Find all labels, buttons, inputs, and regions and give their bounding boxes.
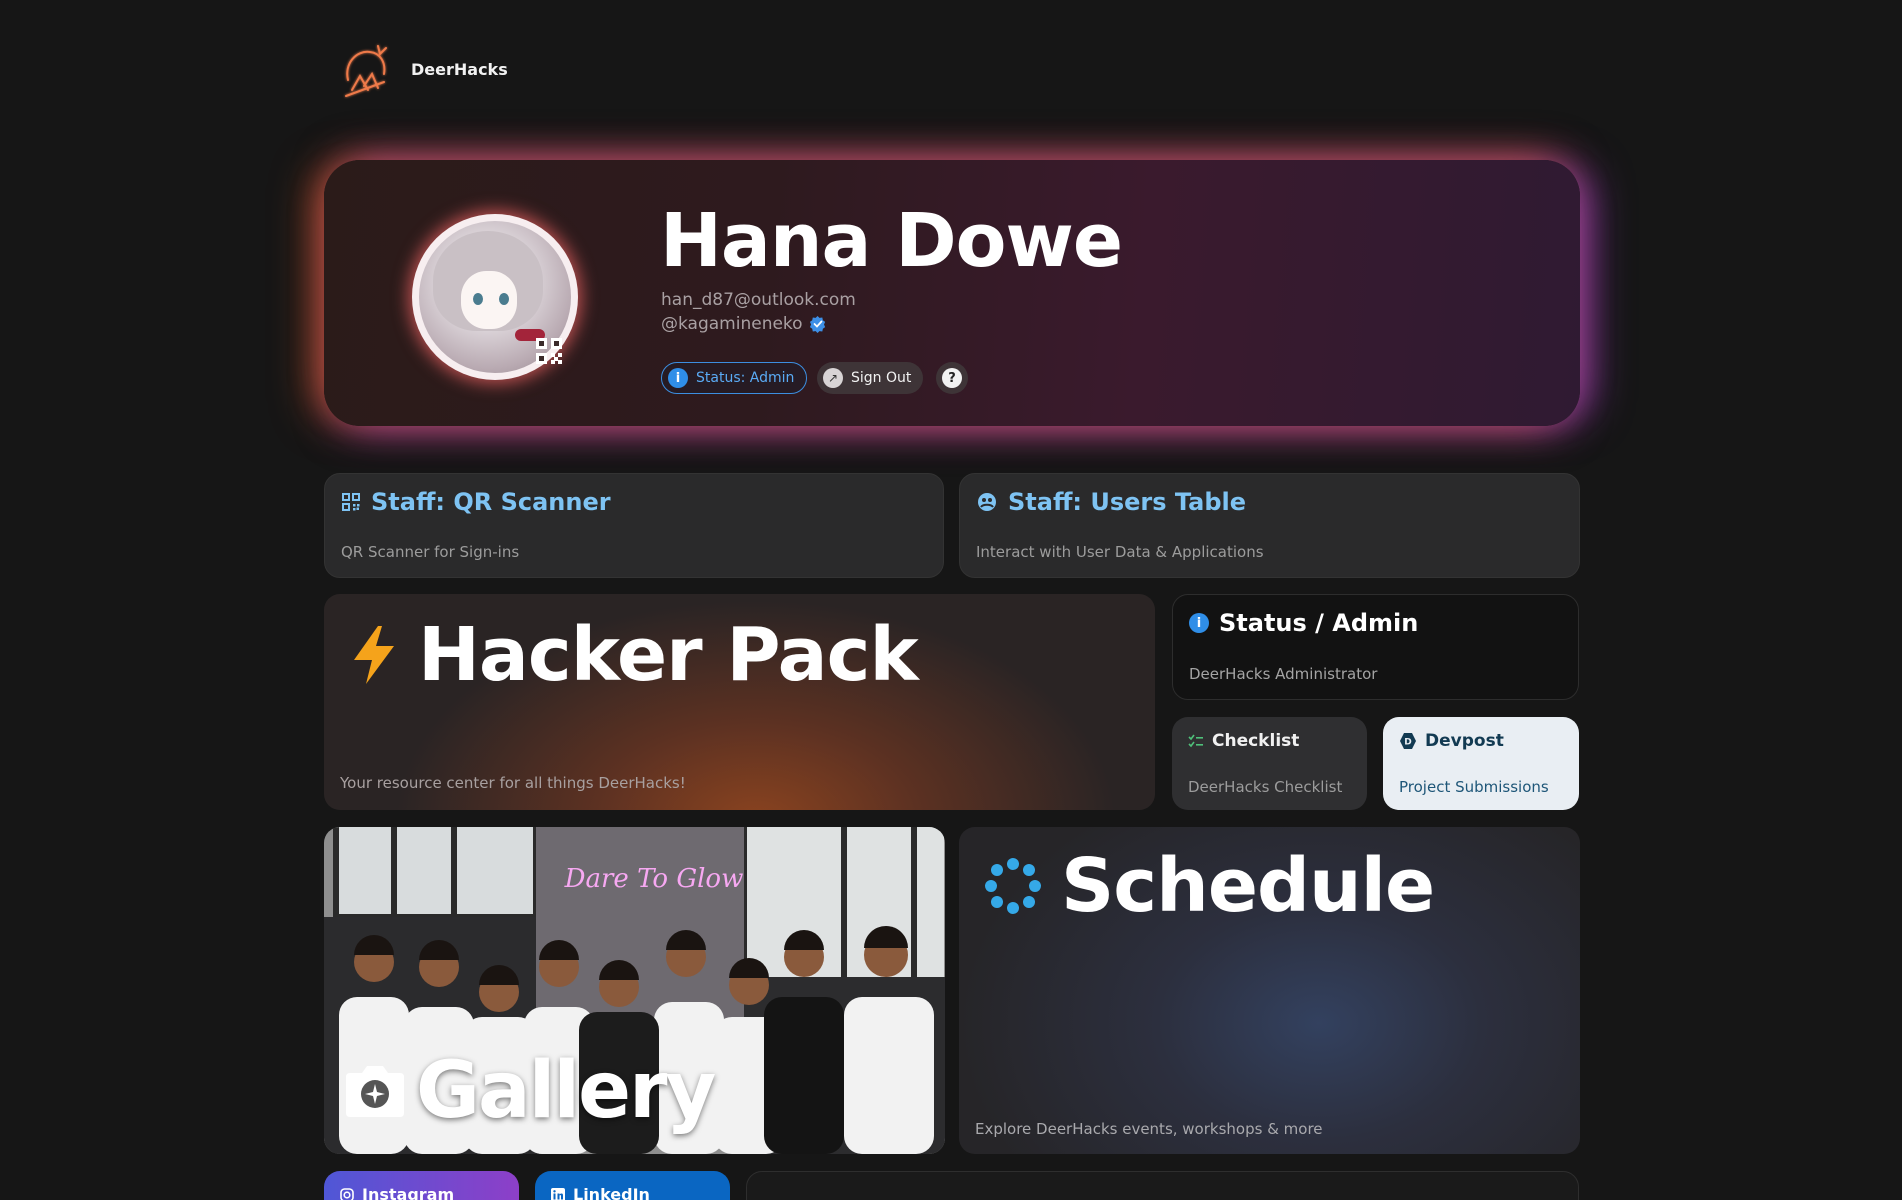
instagram-icon <box>340 1187 354 1200</box>
verified-icon <box>809 315 825 333</box>
brand-name[interactable]: DeerHacks <box>411 60 508 79</box>
checklist-subtitle: DeerHacks Checklist <box>1188 778 1343 796</box>
checklist-card[interactable]: Checklist DeerHacks Checklist <box>1172 717 1367 810</box>
linkedin-icon <box>551 1187 565 1200</box>
neon-sign-text: Dare To Glow <box>564 864 744 894</box>
qr-code-icon <box>342 493 360 511</box>
camera-icon <box>346 1066 404 1117</box>
users-table-subtitle: Interact with User Data & Applications <box>976 543 1264 561</box>
handle-text: @kagamineneko <box>661 314 803 334</box>
qr-scanner-subtitle: QR Scanner for Sign-ins <box>341 543 520 561</box>
schedule-title: Schedule <box>985 843 1435 929</box>
users-table-card[interactable]: Staff: Users Table Interact with User Da… <box>959 473 1580 578</box>
bottom-wide-card[interactable] <box>746 1171 1579 1200</box>
status-admin-card[interactable]: i Status / Admin DeerHacks Administrator <box>1172 594 1579 700</box>
profile-card: Hana Dowe han_d87@outlook.com @kagaminen… <box>324 160 1580 426</box>
checklist-icon <box>1188 734 1203 748</box>
qr-scanner-card[interactable]: Staff: QR Scanner QR Scanner for Sign-in… <box>324 473 944 578</box>
checklist-title: Checklist <box>1188 731 1299 751</box>
status-admin-subtitle: DeerHacks Administrator <box>1189 665 1378 683</box>
sign-out-label: Sign Out <box>851 370 912 386</box>
users-icon <box>978 493 996 511</box>
qr-scanner-title: Staff: QR Scanner <box>341 488 611 516</box>
info-icon: i <box>668 368 688 388</box>
linkedin-title: LinkedIn <box>551 1185 650 1200</box>
status-admin-title: i Status / Admin <box>1189 609 1418 637</box>
lightning-icon <box>354 626 394 684</box>
schedule-subtitle: Explore DeerHacks events, workshops & mo… <box>975 1120 1323 1138</box>
hacker-pack-subtitle: Your resource center for all things Deer… <box>340 774 686 792</box>
deer-logo-icon[interactable] <box>338 40 392 102</box>
svg-text:D: D <box>1404 738 1411 748</box>
devpost-subtitle: Project Submissions <box>1399 778 1549 796</box>
profile-handle: @kagamineneko <box>661 314 827 334</box>
help-icon: ? <box>942 368 962 388</box>
gallery-card[interactable]: Dare To Glow Gallery <box>324 827 945 1154</box>
devpost-icon: D <box>1400 733 1416 749</box>
schedule-card[interactable]: Schedule Explore DeerHacks events, works… <box>959 827 1580 1154</box>
status-button[interactable]: i Status: Admin <box>661 362 808 394</box>
profile-email: han_d87@outlook.com <box>661 290 856 310</box>
instagram-title: Instagram <box>340 1185 454 1200</box>
qr-code-icon[interactable] <box>534 336 564 366</box>
users-table-title: Staff: Users Table <box>976 488 1246 516</box>
info-icon: i <box>1189 613 1209 633</box>
dots-cluster-icon <box>985 858 1041 914</box>
instagram-card[interactable]: Instagram <box>324 1171 519 1200</box>
hacker-pack-card[interactable]: Hacker Pack Your resource center for all… <box>324 594 1155 810</box>
devpost-title: D Devpost <box>1399 731 1504 751</box>
help-button[interactable]: ? <box>936 362 968 394</box>
hacker-pack-title: Hacker Pack <box>348 612 919 698</box>
status-label: Status: Admin <box>696 370 795 386</box>
external-link-icon: ↗ <box>823 368 843 388</box>
sign-out-button[interactable]: ↗ Sign Out <box>817 362 924 394</box>
devpost-card[interactable]: D Devpost Project Submissions <box>1383 717 1579 810</box>
linkedin-card[interactable]: LinkedIn <box>535 1171 730 1200</box>
profile-name: Hana Dowe <box>660 198 1123 284</box>
gallery-title: Gallery <box>344 1046 716 1136</box>
